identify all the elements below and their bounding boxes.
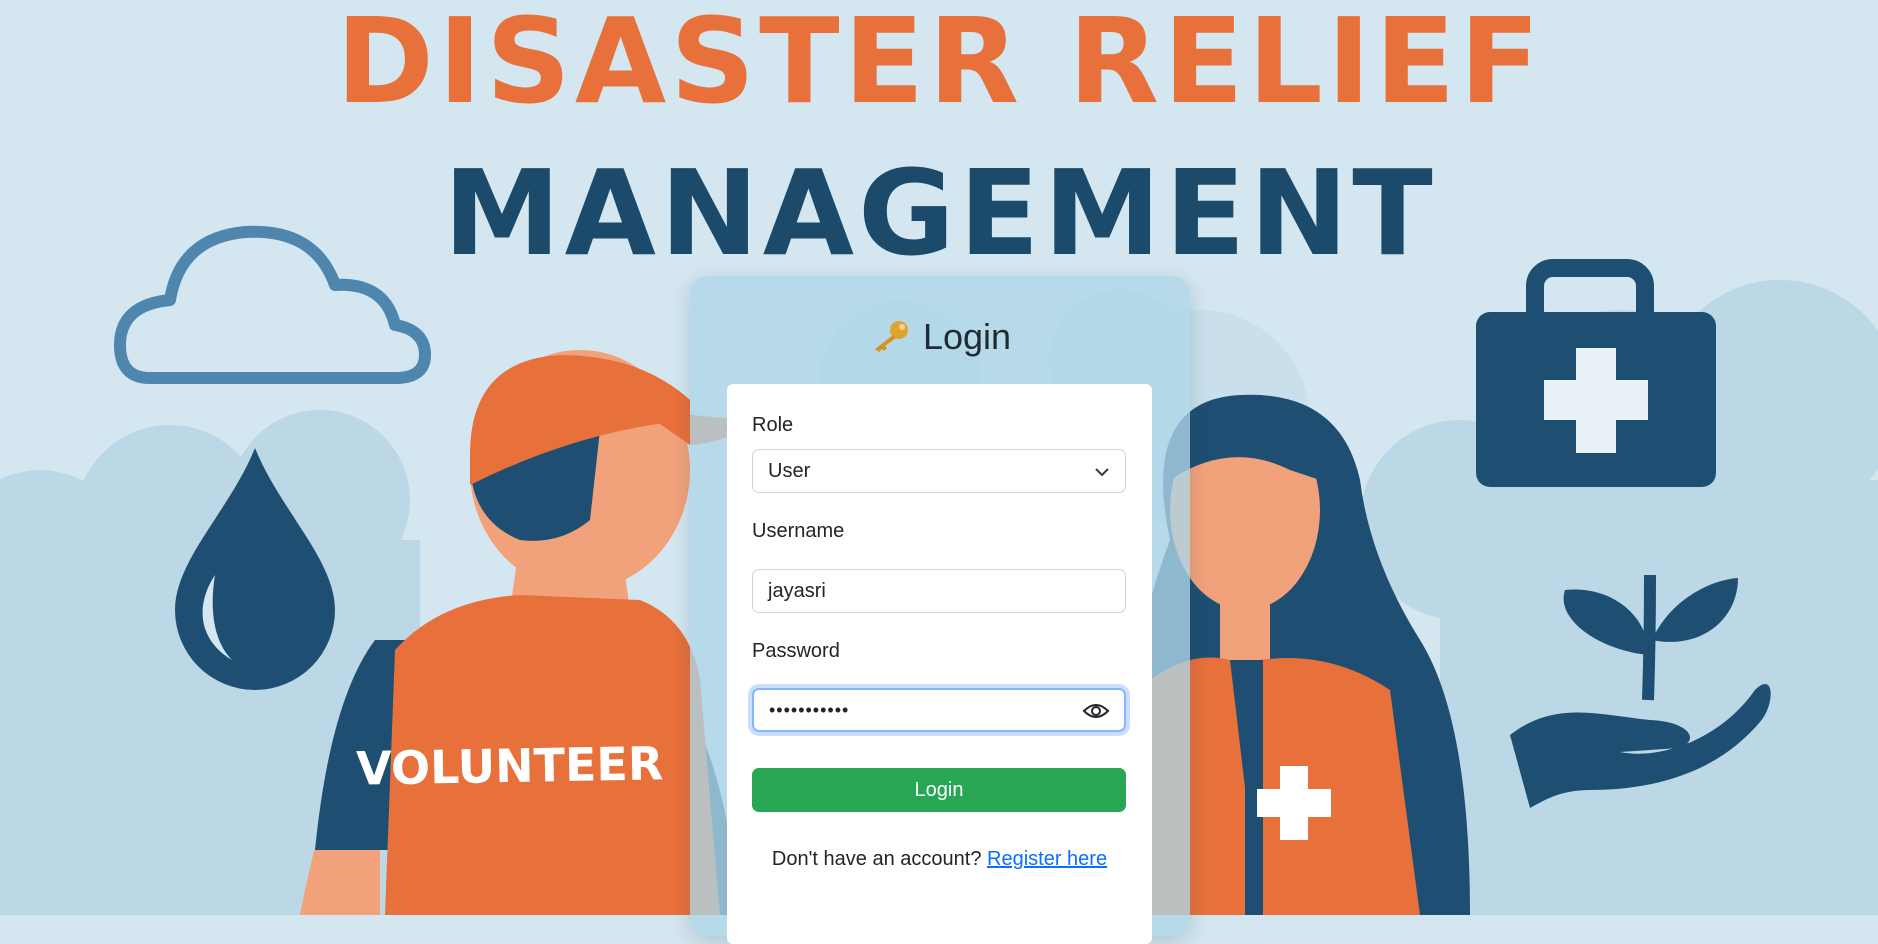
username-value: jayasri bbox=[768, 580, 826, 602]
register-prompt: Don't have an account? Register here bbox=[727, 848, 1152, 871]
password-label: Password bbox=[752, 640, 840, 662]
password-value: ••••••••••• bbox=[769, 700, 850, 720]
register-link[interactable]: Register here bbox=[987, 848, 1107, 870]
hero-title-line2: MANAGEMENT bbox=[443, 144, 1437, 282]
chevron-down-icon bbox=[1095, 468, 1109, 477]
login-heading: Login bbox=[690, 316, 1190, 358]
register-prompt-text: Don't have an account? bbox=[771, 848, 982, 870]
eye-icon[interactable] bbox=[1082, 701, 1110, 721]
login-button[interactable]: Login bbox=[752, 768, 1126, 812]
vest-text: VOLUNTEER bbox=[356, 736, 664, 795]
login-title-text: Login bbox=[922, 316, 1012, 357]
first-aid-kit-icon bbox=[1476, 259, 1716, 487]
role-label: Role bbox=[752, 414, 794, 436]
login-form: Role User Username jayasri Password ••••… bbox=[727, 384, 1152, 944]
cloud-icon bbox=[114, 225, 431, 384]
username-label: Username bbox=[752, 520, 845, 542]
role-select-value: User bbox=[768, 460, 811, 482]
hero-title-line1: DISASTER RELIEF bbox=[336, 0, 1544, 130]
role-select[interactable]: User bbox=[752, 449, 1126, 493]
password-input[interactable]: ••••••••••• bbox=[752, 688, 1126, 732]
username-input[interactable]: jayasri bbox=[752, 569, 1126, 613]
key-icon bbox=[874, 321, 908, 352]
